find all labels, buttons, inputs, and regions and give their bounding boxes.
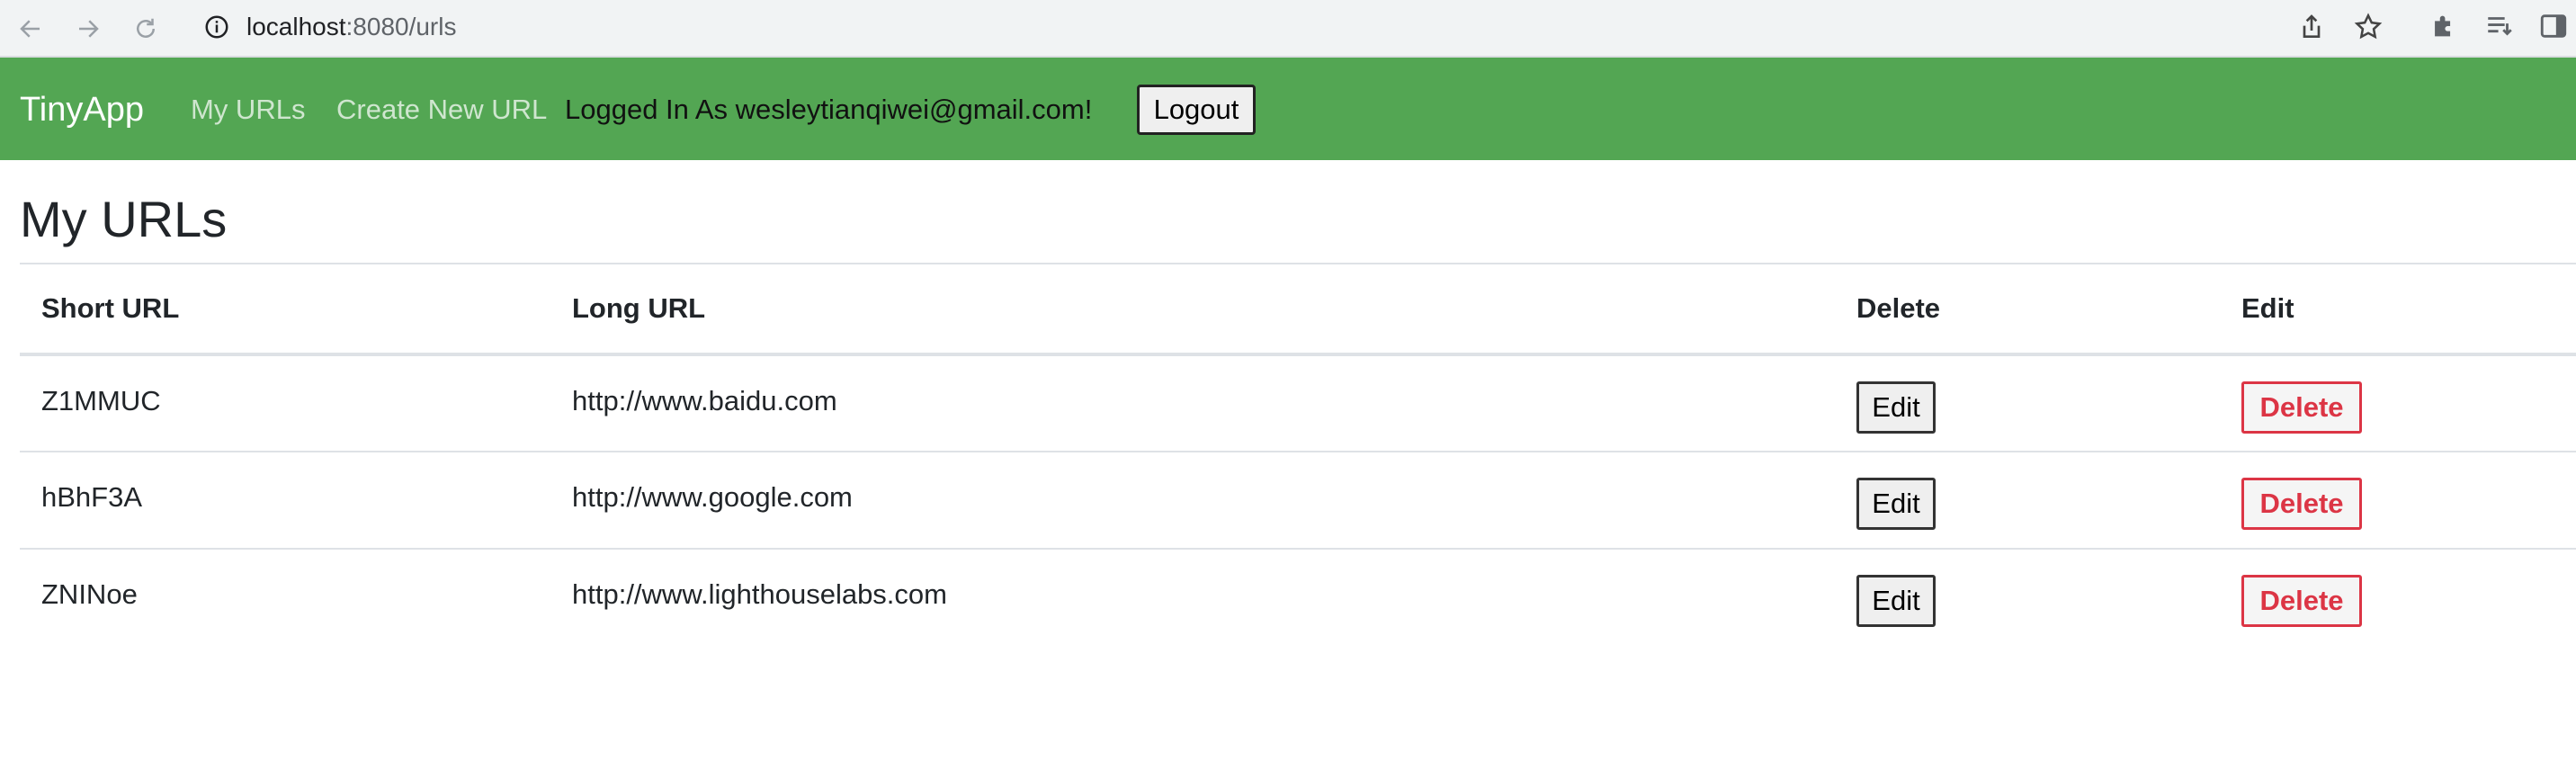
url-path: :8080/urls xyxy=(345,13,457,40)
forward-arrow-icon[interactable] xyxy=(68,9,108,49)
browser-toolbar: localhost:8080/urls xyxy=(0,0,2576,58)
edit-button[interactable]: Edit xyxy=(1856,575,1936,627)
address-url[interactable]: localhost:8080/urls xyxy=(246,13,456,40)
short-url-cell: hBhF3A xyxy=(20,451,550,549)
side-panel-icon[interactable] xyxy=(2538,11,2569,41)
urls-table: Short URL Long URL Delete Edit Z1MMUC ht… xyxy=(20,263,2576,646)
edit-cell: Edit xyxy=(1835,548,2220,646)
back-arrow-icon[interactable] xyxy=(11,9,50,49)
nav-link-my-urls[interactable]: My URLs xyxy=(191,93,305,127)
edit-button[interactable]: Edit xyxy=(1856,381,1936,434)
reading-list-icon[interactable] xyxy=(2484,11,2515,41)
nav-link-create-new-url[interactable]: Create New URL xyxy=(336,93,547,127)
short-url-cell: Z1MMUC xyxy=(20,354,550,452)
delete-cell: Delete xyxy=(2220,451,2576,549)
edit-cell: Edit xyxy=(1835,354,2220,452)
star-icon[interactable] xyxy=(2353,12,2384,42)
url-host: localhost xyxy=(246,13,346,40)
address-bar[interactable]: localhost:8080/urls xyxy=(185,4,2400,50)
logout-button[interactable]: Logout xyxy=(1137,85,1256,135)
delete-cell: Delete xyxy=(2220,548,2576,646)
share-icon[interactable] xyxy=(2297,13,2326,41)
edit-button[interactable]: Edit xyxy=(1856,478,1936,530)
brand-link[interactable]: TinyApp xyxy=(20,90,144,130)
table-header-row: Short URL Long URL Delete Edit xyxy=(20,263,2576,356)
header-short-url: Short URL xyxy=(20,263,550,356)
navbar: TinyApp My URLs Create New URL Logged In… xyxy=(0,58,2576,160)
header-delete: Delete xyxy=(1835,263,2220,356)
logged-in-text: Logged In As wesleytianqiwei@gmail.com! xyxy=(565,94,1093,125)
edit-cell: Edit xyxy=(1835,451,2220,549)
table-row: ZNINoe http://www.lighthouselabs.com Edi… xyxy=(20,548,2576,646)
header-long-url: Long URL xyxy=(550,263,1835,356)
puzzle-icon[interactable] xyxy=(2428,11,2459,41)
page-title: My URLs xyxy=(20,191,228,247)
long-url-cell: http://www.baidu.com xyxy=(550,354,1835,452)
delete-button[interactable]: Delete xyxy=(2241,381,2362,434)
delete-cell: Delete xyxy=(2220,354,2576,452)
info-icon[interactable] xyxy=(203,13,230,40)
header-edit: Edit xyxy=(2220,263,2576,356)
long-url-cell: http://www.lighthouselabs.com xyxy=(550,548,1835,646)
long-url-cell: http://www.google.com xyxy=(550,451,1835,549)
table-row: hBhF3A http://www.google.com Edit Delete xyxy=(20,451,2576,549)
short-url-cell: ZNINoe xyxy=(20,548,550,646)
delete-button[interactable]: Delete xyxy=(2241,575,2362,627)
reload-icon[interactable] xyxy=(126,9,165,49)
table-row: Z1MMUC http://www.baidu.com Edit Delete xyxy=(20,354,2576,452)
delete-button[interactable]: Delete xyxy=(2241,478,2362,530)
